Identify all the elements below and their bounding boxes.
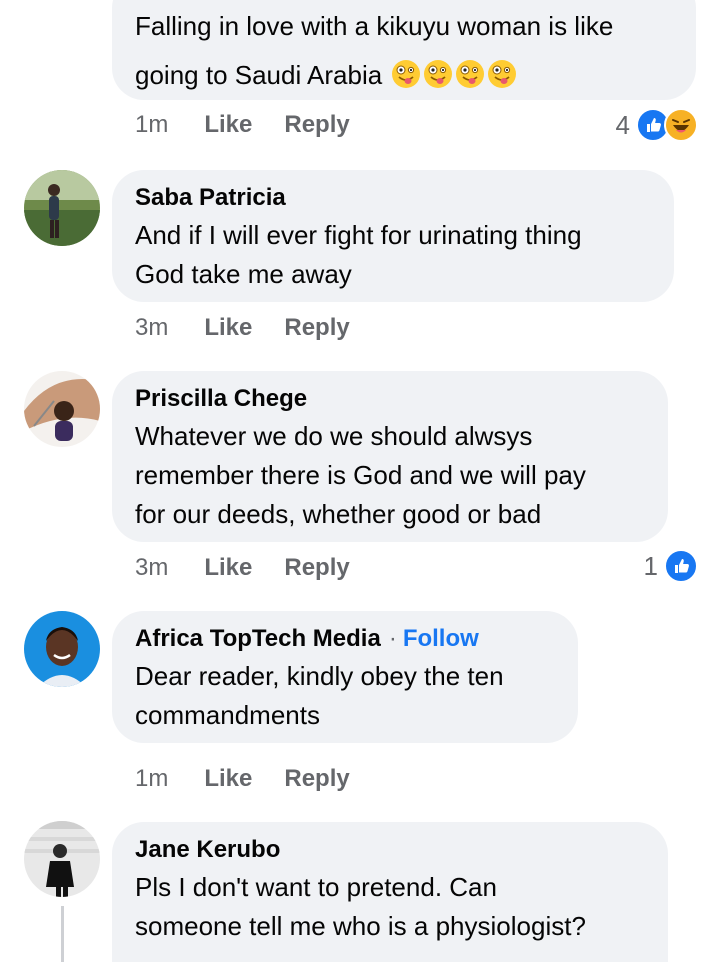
zany-face-emoji bbox=[485, 60, 517, 90]
follow-button[interactable]: Follow bbox=[403, 625, 479, 652]
comment-actions: 1m Like Reply bbox=[135, 762, 382, 796]
comment-actions: 3m Like Reply bbox=[135, 311, 382, 345]
comment-timestamp: 3m bbox=[135, 314, 169, 341]
comment-text-line: Whatever we do we should alwsys bbox=[135, 421, 533, 451]
comment-text-line: God take me away bbox=[135, 259, 352, 289]
like-button[interactable]: Like bbox=[204, 765, 252, 792]
comment-text: Pls I don't want to pretend. Can someone… bbox=[135, 868, 646, 946]
comment-bubble: Jane Kerubo Pls I don't want to pretend.… bbox=[112, 822, 668, 962]
comment-text-line: Falling in love with a kikuyu woman is l… bbox=[135, 11, 614, 41]
comment-author[interactable]: Priscilla Chege bbox=[135, 385, 646, 413]
reply-button[interactable]: Reply bbox=[284, 314, 349, 341]
comment-bubble: Priscilla Chege Whatever we do we should… bbox=[112, 371, 668, 542]
avatar[interactable] bbox=[24, 821, 100, 897]
comment-text: Falling in love with a kikuyu woman is l… bbox=[135, 2, 674, 100]
comment-text: Whatever we do we should alwsys remember… bbox=[135, 417, 646, 534]
zany-face-emoji bbox=[421, 60, 453, 90]
zany-face-emoji bbox=[389, 60, 421, 90]
zany-face-emoji bbox=[453, 60, 485, 90]
reply-button[interactable]: Reply bbox=[284, 111, 349, 138]
reaction-count: 1 bbox=[643, 550, 658, 581]
reaction-summary[interactable]: 4 bbox=[616, 107, 698, 143]
reply-button[interactable]: Reply bbox=[284, 554, 349, 581]
comment-actions: 1m Like Reply bbox=[135, 108, 382, 142]
thread-line bbox=[61, 906, 64, 962]
comment-bubble: Falling in love with a kikuyu woman is l… bbox=[112, 0, 696, 100]
comment-author-row: Africa TopTech Media · Follow bbox=[135, 625, 556, 653]
comment-timestamp: 1m bbox=[135, 111, 169, 138]
like-button[interactable]: Like bbox=[204, 111, 252, 138]
comment-bubble: Africa TopTech Media · Follow Dear reader,… bbox=[112, 611, 578, 743]
comment-author[interactable]: Saba Patricia bbox=[135, 184, 652, 212]
comment-text-line: commandments bbox=[135, 700, 320, 730]
like-button[interactable]: Like bbox=[204, 554, 252, 581]
comment-bubble: Saba Patricia And if I will ever fight f… bbox=[112, 170, 674, 302]
reaction-summary[interactable]: 1 bbox=[644, 548, 698, 584]
comments-feed: Falling in love with a kikuyu woman is l… bbox=[0, 0, 720, 962]
comment-text-line: remember there is God and we will pay bbox=[135, 460, 586, 490]
comment-actions: 3m Like Reply bbox=[135, 551, 382, 585]
comment-text: Dear reader, kindly obey the ten command… bbox=[135, 657, 556, 735]
separator-dot: · bbox=[388, 625, 397, 652]
reaction-count: 4 bbox=[615, 109, 630, 140]
comment-text-line: going to Saudi Arabia bbox=[135, 60, 383, 90]
like-button[interactable]: Like bbox=[204, 314, 252, 341]
like-reaction-icon bbox=[664, 549, 698, 583]
comment-author[interactable]: Africa TopTech Media bbox=[135, 625, 381, 652]
comment-text-line: Dear reader, kindly obey the ten bbox=[135, 661, 504, 691]
reply-button[interactable]: Reply bbox=[284, 765, 349, 792]
comment-timestamp: 1m bbox=[135, 765, 169, 792]
comment-author[interactable]: Jane Kerubo bbox=[135, 836, 646, 864]
haha-reaction-icon bbox=[664, 108, 698, 142]
avatar[interactable] bbox=[24, 611, 100, 687]
comment-text-line: And if I will ever fight for urinating t… bbox=[135, 220, 582, 250]
comment-timestamp: 3m bbox=[135, 554, 169, 581]
comment-text-line: Pls I don't want to pretend. Can bbox=[135, 872, 497, 902]
comment-text-line: for our deeds, whether good or bad bbox=[135, 499, 542, 529]
comment-text: And if I will ever fight for urinating t… bbox=[135, 216, 652, 294]
avatar[interactable] bbox=[24, 371, 100, 447]
avatar[interactable] bbox=[24, 170, 100, 246]
comment-text-line: someone tell me who is a physiologist? bbox=[135, 911, 586, 941]
